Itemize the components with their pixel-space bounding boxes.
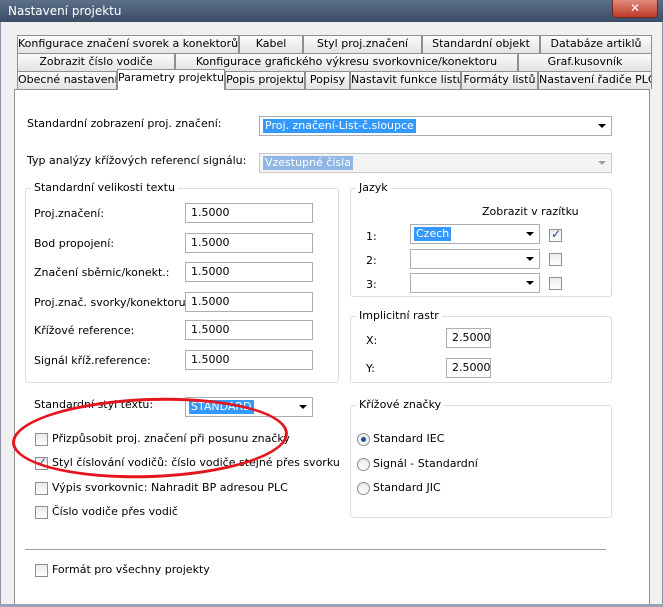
text-size-label: Proj.značení: [34, 207, 105, 220]
tab-popis-projektu[interactable]: Popis projektu [225, 71, 305, 89]
raster-y-label: Y: [366, 362, 375, 375]
crossref-type-value: Vzestupné čísla [263, 156, 353, 170]
text-sizes-title: Standardní velikosti textu [31, 181, 178, 194]
close-button[interactable]: ✕ [612, 0, 658, 18]
option-label: Číslo vodiče přes vodič [52, 505, 178, 518]
window-title: Nastavení projektu [8, 4, 122, 18]
designation-combo[interactable]: Proj. značení-List-č.sloupce [259, 116, 612, 136]
crossref-symbol-label: Standard IEC [373, 432, 445, 445]
text-size-label: Křížové reference: [34, 324, 135, 337]
all-projects-label: Formát pro všechny projekty [52, 563, 210, 576]
text-size-input[interactable]: 1.5000 [185, 203, 313, 223]
crossref-symbol-label: Signál - Standardní [373, 457, 478, 470]
text-size-label: Signál kříž.reference: [34, 354, 151, 367]
tab-databaze-artiklu[interactable]: Databáze artiklů [540, 35, 652, 53]
crossref-symbol-radio[interactable] [357, 458, 370, 471]
language-combo[interactable] [410, 249, 540, 269]
language-stamp-checkbox[interactable] [549, 277, 562, 290]
raster-x-label: X: [366, 334, 378, 347]
tab-kabel[interactable]: Kabel [239, 35, 303, 53]
close-icon: ✕ [629, 1, 641, 15]
language-stamp-checkbox[interactable] [549, 253, 562, 266]
crossref-type-label: Typ analýzy křížových referencí signálu: [27, 154, 247, 167]
tab-graf-kusovnik[interactable]: Graf.kusovník [518, 53, 652, 71]
chevron-down-icon [299, 405, 307, 409]
text-size-label: Značení sběrnic/konekt.: [34, 266, 170, 279]
language-value [414, 276, 418, 290]
language-title: Jazyk [356, 181, 391, 194]
text-size-input[interactable]: 1.5000 [185, 320, 313, 340]
tab-konfigurace-svorek[interactable]: Konfigurace značení svorek a konektorů [17, 35, 239, 53]
language-value [414, 252, 418, 266]
raster-y-input[interactable]: 2.5000 [446, 358, 491, 378]
option-label: Výpis svorkovnic: Nahradit BP adresou PL… [52, 481, 288, 494]
text-size-label: Bod propojení: [34, 237, 115, 250]
language-combo[interactable] [410, 273, 540, 293]
text-size-input[interactable]: 1.5000 [185, 233, 313, 253]
language-value: Czech [414, 227, 452, 241]
text-size-input[interactable]: 1.5000 [185, 350, 313, 370]
language-combo[interactable]: Czech [410, 224, 540, 244]
designation-value: Proj. značení-List-č.sloupce [263, 119, 416, 133]
chevron-down-icon [598, 161, 606, 165]
language-stamp-header: Zobrazit v razítku [482, 205, 579, 218]
raster-x-input[interactable]: 2.5000 [446, 328, 491, 348]
language-row-label: 1: [366, 230, 377, 243]
text-size-input[interactable]: 1.5000 [185, 262, 313, 282]
option-checkbox[interactable] [35, 506, 48, 519]
option-checkbox[interactable] [35, 482, 48, 495]
language-row-label: 3: [366, 278, 377, 291]
chevron-down-icon [526, 281, 534, 285]
all-projects-checkbox[interactable] [35, 564, 48, 577]
tab-styl-proj-znaceni[interactable]: Styl proj.značení [303, 35, 422, 53]
tab-parametry-projektu[interactable]: Parametry projektu [117, 69, 225, 90]
tab-standardni-objekt[interactable]: Standardní objekt [422, 35, 540, 53]
language-stamp-checkbox[interactable] [549, 227, 562, 242]
separator [25, 549, 606, 550]
designation-label: Standardní zobrazení proj. značení: [27, 117, 222, 130]
tab-konfigurace-grafickeho-vykresu[interactable]: Konfigurace grafického výkresu svorkovni… [175, 53, 518, 71]
crossref-symbol-radio[interactable] [357, 433, 370, 446]
crossref-symbol-label: Standard JIC [373, 481, 441, 494]
chevron-down-icon [526, 232, 534, 236]
raster-title: Implicitní rastr [356, 309, 442, 322]
crossref-symbols-title: Křížové značky [356, 398, 445, 411]
tab-obecne-nastaveni[interactable]: Obecné nastavení [17, 71, 117, 89]
text-size-label: Proj.znač. svorky/konektoru: [34, 296, 190, 309]
tab-nastaveni-radice-plc[interactable]: Nastavení řadiče PLC [538, 71, 652, 89]
tab-popisy[interactable]: Popisy [305, 71, 350, 89]
chevron-down-icon [598, 124, 606, 128]
crossref-symbol-radio[interactable] [357, 482, 370, 495]
chevron-down-icon [526, 257, 534, 261]
crossref-type-combo[interactable]: Vzestupné čísla [259, 153, 612, 173]
language-row-label: 2: [366, 254, 377, 267]
tab-formaty-listu[interactable]: Formáty listů [461, 71, 538, 89]
tab-nastavit-funkce-listu[interactable]: Nastavit funkce listu [350, 71, 461, 89]
text-size-input[interactable]: 1.5000 [185, 292, 313, 312]
